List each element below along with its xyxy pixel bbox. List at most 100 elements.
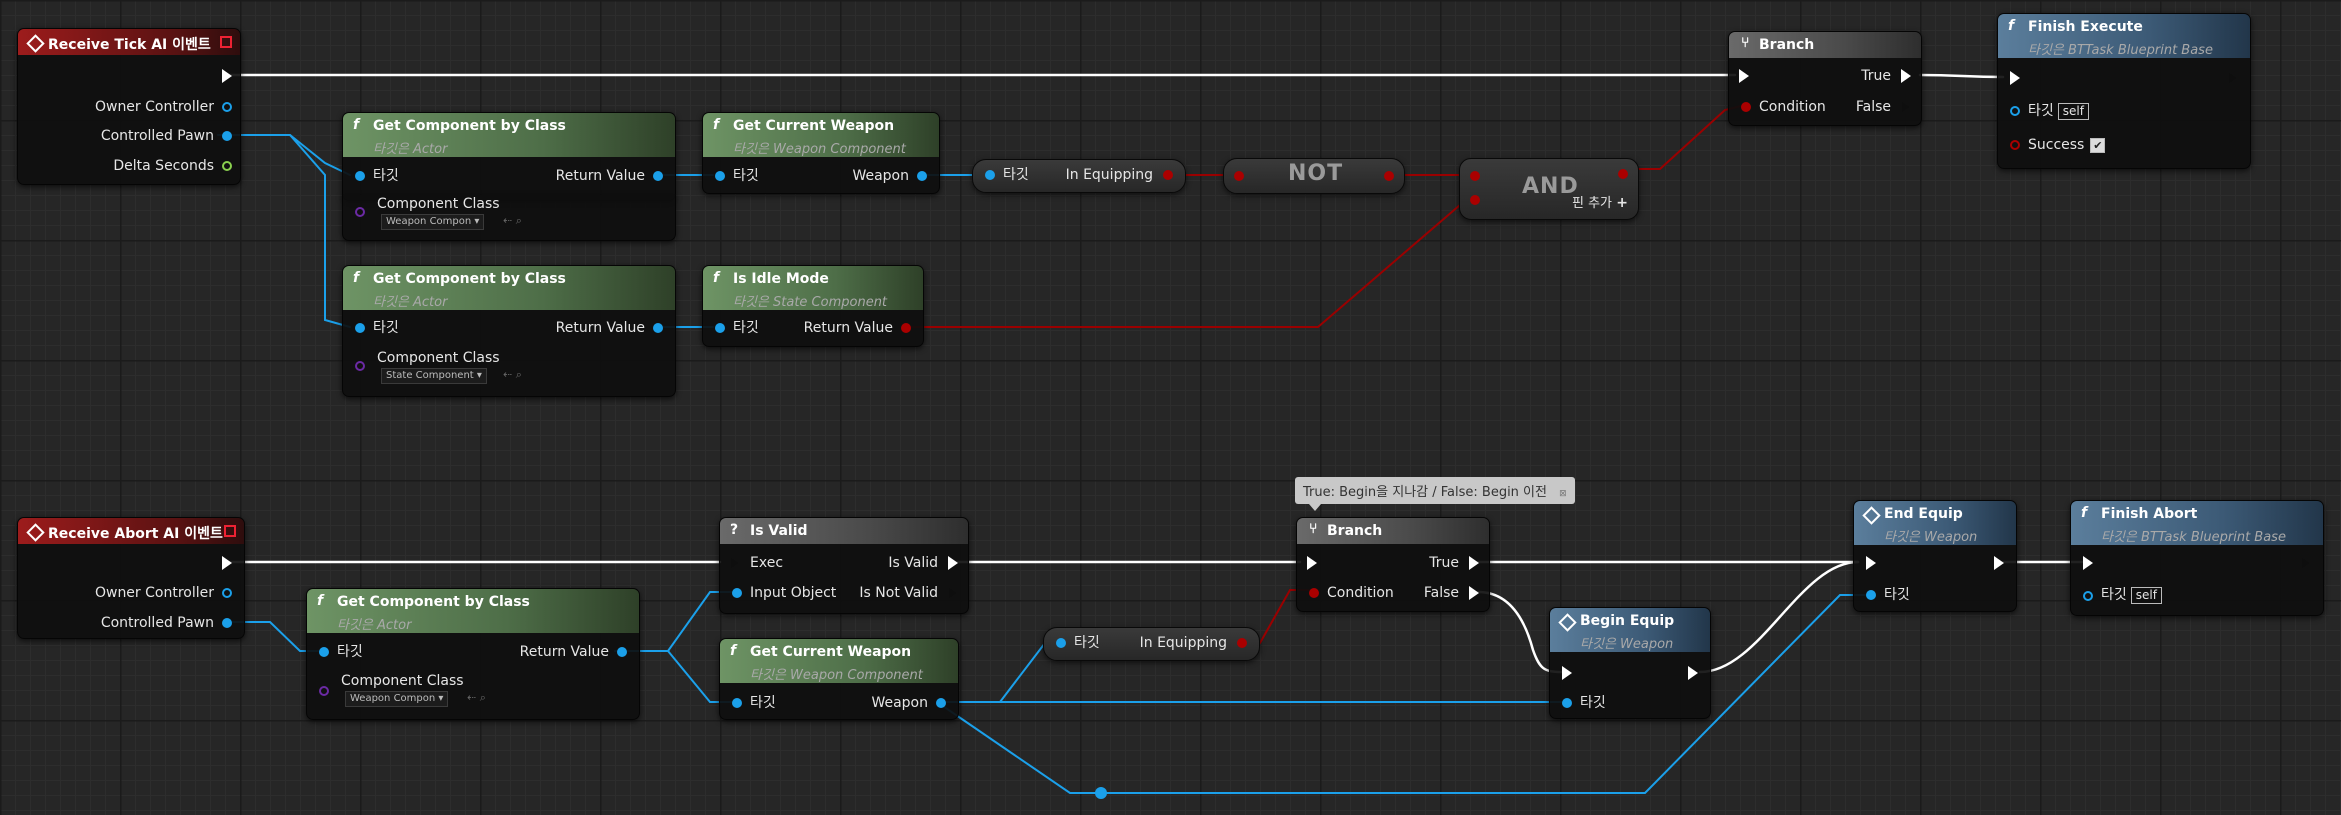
exec-in-pin[interactable] — [730, 556, 740, 570]
target-pin[interactable] — [715, 323, 725, 333]
true-exec-pin[interactable] — [1901, 69, 1911, 83]
weapon-pin[interactable] — [936, 698, 946, 708]
in-equipping-getter-node[interactable]: 타깃 In Equipping — [1043, 627, 1260, 661]
output-pin[interactable] — [1618, 169, 1628, 179]
receive-abort-event-node[interactable]: Receive Abort AI 이벤트 Owner Controller Co… — [17, 517, 245, 639]
target-pin[interactable] — [985, 170, 995, 180]
add-pin-plus-icon[interactable]: + — [1616, 195, 1628, 211]
controlled-pawn-pin[interactable] — [222, 131, 232, 141]
node-title: Receive Abort AI 이벤트 — [48, 526, 223, 542]
exec-in-pin[interactable] — [1307, 556, 1317, 570]
success-checkbox[interactable]: ✔ — [2090, 137, 2106, 153]
exec-out-pin[interactable] — [222, 556, 232, 570]
target-pin[interactable] — [715, 171, 725, 181]
comment-pin-icon[interactable]: ⊠ — [1559, 489, 1567, 499]
condition-pin[interactable] — [1309, 588, 1319, 598]
get-current-weapon-node[interactable]: f Get Current Weapon 타깃은 Weapon Componen… — [702, 112, 940, 194]
finish-execute-node[interactable]: f Finish Execute 타깃은 BTTask Blueprint Ba… — [1997, 13, 2251, 169]
begin-equip-node[interactable]: Begin Equip 타깃은 Weapon 타깃 — [1549, 607, 1711, 719]
in-equipping-pin[interactable] — [1237, 638, 1247, 648]
class-dropdown[interactable]: Weapon Compon ▾ — [345, 691, 449, 707]
input-b-pin[interactable] — [1470, 195, 1480, 205]
condition-pin[interactable] — [1741, 102, 1751, 112]
component-class-pin[interactable] — [355, 361, 365, 371]
end-equip-node[interactable]: End Equip 타깃은 Weapon 타깃 — [1853, 500, 2017, 612]
delegate-pin[interactable] — [220, 36, 232, 48]
target-pin[interactable] — [355, 171, 365, 181]
owner-controller-pin[interactable] — [222, 102, 232, 112]
exec-in-pin[interactable] — [1739, 69, 1749, 83]
in-equipping-pin[interactable] — [1163, 170, 1173, 180]
input-a-pin[interactable] — [1470, 171, 1480, 181]
target-pin[interactable] — [319, 647, 329, 657]
get-component-by-class-node[interactable]: f Get Component by Class 타깃은 Actor 타깃 Re… — [342, 112, 676, 201]
target-pin[interactable] — [2083, 591, 2093, 601]
output-pin[interactable] — [1384, 171, 1394, 181]
browse-icon[interactable]: ⇠ ⌕ — [467, 691, 486, 705]
receive-tick-event-node[interactable]: Receive Tick AI 이벤트 Owner Controller Con… — [17, 28, 241, 185]
is-not-valid-exec-pin[interactable] — [948, 586, 958, 600]
target-pin[interactable] — [732, 698, 742, 708]
exec-in-pin[interactable] — [1866, 556, 1876, 570]
node-subtitle: 타깃은 Actor — [373, 142, 448, 157]
delegate-pin[interactable] — [224, 525, 236, 537]
owner-controller-pin[interactable] — [222, 588, 232, 598]
target-label: 타깃 — [733, 168, 759, 184]
in-equipping-getter-node[interactable]: 타깃 In Equipping — [972, 159, 1186, 193]
not-boolean-node[interactable]: NOT — [1223, 158, 1405, 194]
event-call-icon — [1862, 506, 1881, 525]
return-value-pin[interactable] — [901, 323, 911, 333]
target-pin[interactable] — [2010, 106, 2020, 116]
controlled-pawn-pin[interactable] — [222, 618, 232, 628]
is-valid-exec-pin[interactable] — [948, 556, 958, 570]
get-current-weapon-node[interactable]: f Get Current Weapon 타깃은 Weapon Componen… — [719, 638, 959, 720]
and-boolean-node[interactable]: AND 핀 추가 + — [1459, 158, 1639, 220]
branch-node[interactable]: ⑂ Branch Condition True False — [1728, 31, 1922, 126]
exec-out-pin[interactable] — [2228, 71, 2238, 85]
node-header: f Get Current Weapon 타깃은 Weapon Componen… — [720, 639, 958, 683]
exec-in-pin[interactable] — [2083, 556, 2093, 570]
target-pin[interactable] — [1866, 590, 1876, 600]
exec-out-pin[interactable] — [1994, 556, 2004, 570]
browse-icon[interactable]: ⇠ ⌕ — [503, 214, 522, 228]
false-exec-pin[interactable] — [1901, 100, 1911, 114]
input-pin[interactable] — [1234, 171, 1244, 181]
return-value-pin[interactable] — [653, 323, 663, 333]
node-header: f Finish Abort 타깃은 BTTask Blueprint Base — [2071, 501, 2323, 545]
component-class-pin[interactable] — [355, 207, 365, 217]
node-header: f Get Component by Class 타깃은 Actor — [343, 113, 675, 157]
delta-seconds-pin[interactable] — [222, 161, 232, 171]
true-exec-pin[interactable] — [1469, 556, 1479, 570]
is-valid-node[interactable]: ? Is Valid Exec Is Valid Input Object Is… — [719, 517, 969, 614]
target-pin[interactable] — [355, 323, 365, 333]
class-dropdown-value: State Component — [386, 370, 474, 381]
return-value-pin[interactable] — [617, 647, 627, 657]
class-dropdown[interactable]: Weapon Compon ▾ — [381, 214, 485, 230]
return-value-pin[interactable] — [653, 171, 663, 181]
exec-in-pin[interactable] — [1562, 666, 1572, 680]
get-component-by-class-node[interactable]: f Get Component by Class 타깃은 Actor 타깃 Re… — [342, 265, 676, 397]
target-label: 타깃 — [373, 320, 399, 336]
reroute-node[interactable] — [1095, 787, 1107, 799]
component-class-label: Component Class — [377, 196, 500, 212]
exec-out-pin[interactable] — [1688, 666, 1698, 680]
exec-out-pin[interactable] — [2301, 556, 2311, 570]
class-dropdown[interactable]: State Component ▾ — [381, 368, 487, 384]
node-header: f Get Current Weapon 타깃은 Weapon Componen… — [703, 113, 939, 157]
component-class-pin[interactable] — [319, 686, 329, 696]
target-pin[interactable] — [1562, 698, 1572, 708]
finish-abort-node[interactable]: f Finish Abort 타깃은 BTTask Blueprint Base… — [2070, 500, 2324, 616]
is-idle-mode-node[interactable]: f Is Idle Mode 타깃은 State Component 타깃 Re… — [702, 265, 924, 347]
comment-bubble[interactable]: True: Begin을 지나감 / False: Begin 이전 ⊠ — [1295, 477, 1575, 511]
false-exec-pin[interactable] — [1469, 586, 1479, 600]
target-pin[interactable] — [1056, 638, 1066, 648]
branch-node[interactable]: ⑂ Branch Condition True False — [1296, 517, 1490, 612]
browse-icon[interactable]: ⇠ ⌕ — [503, 368, 522, 382]
node-title: Branch — [1327, 523, 1383, 539]
input-object-pin[interactable] — [732, 588, 742, 598]
exec-out-pin[interactable] — [222, 69, 232, 83]
get-component-by-class-node[interactable]: f Get Component by Class 타깃은 Actor 타깃 Re… — [306, 588, 640, 720]
exec-in-pin[interactable] — [2010, 71, 2020, 85]
weapon-pin[interactable] — [917, 171, 927, 181]
success-pin[interactable] — [2010, 140, 2020, 150]
